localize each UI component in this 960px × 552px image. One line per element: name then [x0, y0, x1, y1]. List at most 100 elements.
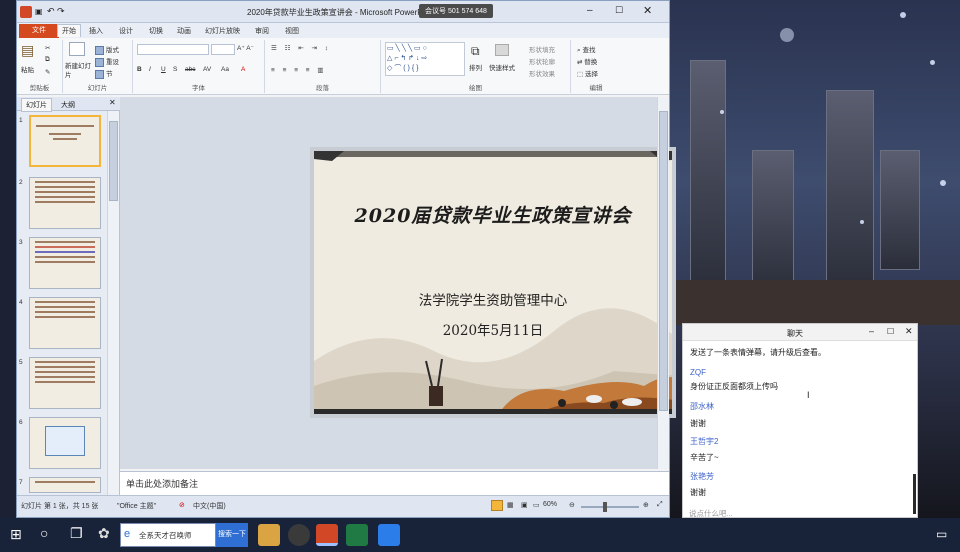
slide-subtitle[interactable]: 法学院学生资助管理中心: [314, 289, 672, 309]
notification-icon[interactable]: ▭: [936, 527, 947, 541]
zoom-level[interactable]: 60%: [543, 501, 557, 508]
undo-icon[interactable]: ↶: [47, 6, 55, 17]
close-panel-icon[interactable]: ✕: [109, 98, 116, 107]
arrange-button[interactable]: 排列: [469, 62, 482, 72]
slide-thumbnail-2[interactable]: [29, 177, 101, 229]
change-case-button[interactable]: Aa: [221, 66, 229, 73]
replace-button[interactable]: ⇄ 替换: [577, 56, 597, 66]
media-app-icon[interactable]: [288, 524, 310, 546]
shape-fill-button[interactable]: 形状填充: [529, 44, 555, 54]
cut-icon[interactable]: ✂: [45, 44, 50, 52]
tab-transitions[interactable]: 切换: [145, 25, 167, 37]
spacing-button[interactable]: AV: [203, 66, 211, 73]
strikethrough-button[interactable]: abc: [185, 66, 195, 73]
minimize-button[interactable]: –: [587, 5, 593, 16]
copy-icon[interactable]: ⧉: [45, 56, 50, 64]
redo-icon[interactable]: ↷: [57, 6, 65, 17]
italic-button[interactable]: I: [149, 66, 151, 73]
maximize-button[interactable]: ☐: [615, 5, 623, 16]
arrange-icon[interactable]: ⧉: [471, 44, 480, 59]
chat-close-button[interactable]: ✕: [905, 326, 913, 337]
layout-button[interactable]: 版式: [95, 44, 119, 55]
bold-button[interactable]: B: [137, 66, 142, 73]
tab-animations[interactable]: 动画: [173, 25, 195, 37]
save-icon[interactable]: ▣: [35, 7, 43, 16]
font-size-combo[interactable]: [211, 44, 235, 55]
search-icon[interactable]: ○: [40, 525, 48, 541]
slide-thumbnail-1[interactable]: [29, 115, 101, 167]
tab-review[interactable]: 审阅: [251, 25, 273, 37]
current-slide[interactable]: 2020届贷款毕业生政策宣讲会 法学院学生资助管理中心 2020年5月11日: [310, 147, 676, 418]
shape-outline-button[interactable]: 形状轮廓: [529, 56, 555, 66]
file-explorer-icon[interactable]: [258, 524, 280, 546]
underline-button[interactable]: U: [161, 66, 166, 73]
chat-sender-name[interactable]: 王哲宇2: [690, 436, 718, 447]
new-slide-button[interactable]: 新建幻灯片: [65, 62, 93, 80]
font-name-combo[interactable]: [137, 44, 209, 55]
tab-slideshow[interactable]: 幻灯片放映: [201, 25, 244, 37]
find-button[interactable]: ⌕ 查找: [577, 44, 595, 55]
zoom-out-button[interactable]: ⊖: [569, 501, 575, 509]
shapes-gallery[interactable]: ▭ ╲ ╲ ╲ ▭ ○ △ ⌐ ↰ ↱ ↓ ⇨ ◇ ⌒ ( ) { }: [385, 42, 465, 76]
thumbnail-scrollbar[interactable]: [107, 111, 119, 495]
paste-icon[interactable]: ▤: [21, 42, 34, 59]
slide-scrollbar[interactable]: [657, 97, 669, 469]
chat-sender-name[interactable]: 邵水林: [690, 401, 714, 412]
section-button[interactable]: 节: [95, 68, 113, 79]
grow-font-icon[interactable]: A⁺ A⁻: [237, 44, 254, 52]
sorter-view-button[interactable]: ▦: [507, 501, 514, 509]
tab-insert[interactable]: 插入: [85, 25, 107, 37]
shape-effects-button[interactable]: 形状效果: [529, 68, 555, 78]
format-painter-icon[interactable]: ✎: [45, 68, 50, 76]
powerpoint-taskbar-icon[interactable]: [316, 524, 338, 546]
zoom-slider[interactable]: [581, 502, 639, 512]
new-slide-icon[interactable]: [69, 42, 85, 56]
quick-styles-button[interactable]: 快速样式: [489, 62, 515, 72]
slide-thumbnail-6[interactable]: [29, 417, 101, 469]
chat-maximize-button[interactable]: ☐: [887, 327, 894, 336]
font-color-button[interactable]: A: [241, 66, 245, 73]
chat-minimize-button[interactable]: –: [869, 326, 874, 336]
reset-button[interactable]: 重设: [95, 56, 119, 67]
spellcheck-icon[interactable]: ⊘: [179, 501, 185, 509]
taskbar: ⊞ ○ ❐ ✿ e 全系天才召唤师 搜索一下 ▭: [0, 518, 960, 552]
tab-file[interactable]: 文件: [19, 24, 59, 38]
slide-thumbnail-3[interactable]: [29, 237, 101, 289]
editing-group: ⌕ 查找 ⇄ 替换 ⬚ 选择 编辑: [571, 40, 621, 93]
search-button[interactable]: 搜索一下: [216, 523, 248, 547]
quick-styles-icon[interactable]: [495, 44, 509, 56]
task-view-icon[interactable]: ❐: [70, 525, 83, 542]
slide-thumbnail-7[interactable]: [29, 477, 101, 493]
meeting-app-icon[interactable]: [378, 524, 400, 546]
tab-design[interactable]: 设计: [115, 25, 137, 37]
slide-title[interactable]: 2020届贷款毕业生政策宣讲会: [314, 201, 672, 228]
zoom-in-button[interactable]: ⊕: [643, 501, 649, 509]
app-icon[interactable]: ✿: [98, 525, 110, 542]
chat-scrollbar[interactable]: [913, 474, 916, 514]
chat-sender-name[interactable]: ZQF: [690, 368, 706, 377]
list-icons[interactable]: ☰ ☷ ⇤ ⇥ ↕: [271, 44, 331, 52]
reading-view-button[interactable]: ▣: [521, 501, 528, 509]
chat-sender-name[interactable]: 张艳芳: [690, 471, 714, 482]
tab-slides[interactable]: 幻灯片: [21, 98, 52, 112]
align-icons[interactable]: ≡ ≡ ≡ ≡ ▥: [271, 66, 327, 74]
excel-taskbar-icon[interactable]: [346, 524, 368, 546]
select-button[interactable]: ⬚ 选择: [577, 68, 598, 78]
normal-view-button[interactable]: [491, 500, 503, 511]
tab-view[interactable]: 视图: [281, 25, 303, 37]
windows-start-icon[interactable]: ⊞: [10, 526, 22, 543]
paste-button[interactable]: 粘贴: [21, 64, 34, 74]
tab-home[interactable]: 开始: [57, 24, 81, 37]
notes-pane[interactable]: 单击此处添加备注: [120, 471, 669, 495]
shadow-button[interactable]: S: [173, 66, 177, 73]
fit-slide-icon[interactable]: ⤢: [657, 501, 663, 509]
slide-thumbnail-4[interactable]: [29, 297, 101, 349]
slideshow-view-button[interactable]: ▭: [533, 501, 540, 509]
close-button[interactable]: ✕: [643, 4, 652, 17]
layout-label: 版式: [106, 47, 119, 54]
taskbar-search-box[interactable]: e 全系天才召唤师: [120, 523, 216, 547]
slide-thumbnail-5[interactable]: [29, 357, 101, 409]
slide-date[interactable]: 2020年5月11日: [314, 319, 672, 339]
tab-outline[interactable]: 大纲: [57, 99, 79, 111]
language-indicator[interactable]: 中文(中国): [193, 501, 226, 511]
